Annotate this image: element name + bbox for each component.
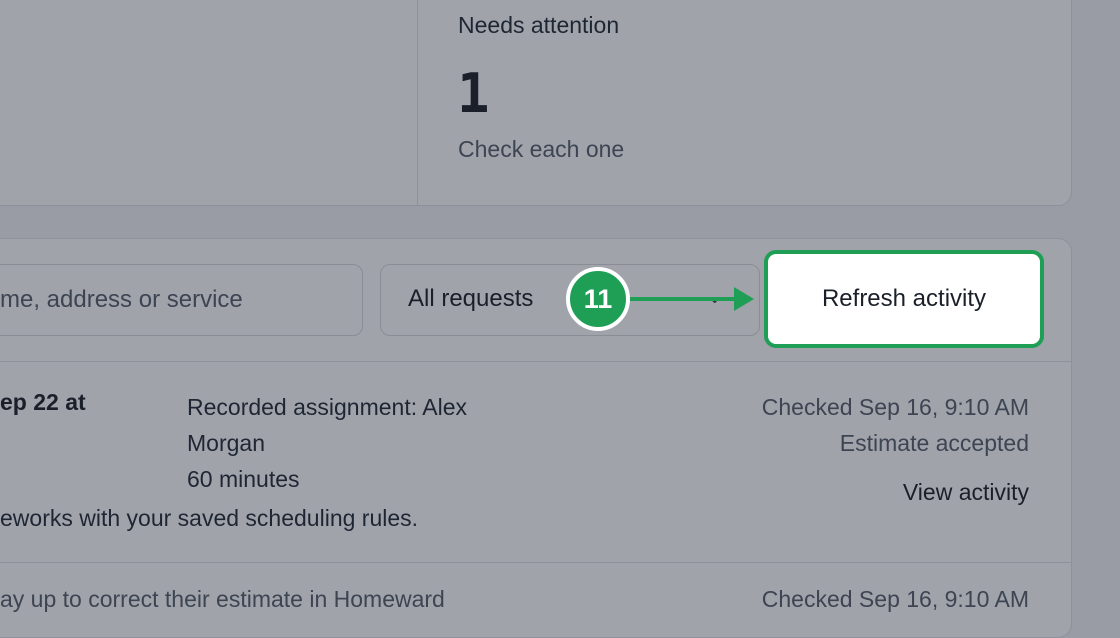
view-activity-link[interactable]: View activity bbox=[903, 479, 1029, 506]
stats-divider bbox=[417, 0, 418, 205]
annotation-arrow-icon bbox=[734, 287, 754, 311]
row-divider bbox=[0, 361, 1072, 362]
row-status: Checked Sep 16, 9:10 AM Estimate accepte… bbox=[762, 389, 1029, 461]
row-note: eworks with your saved scheduling rules. bbox=[0, 505, 419, 531]
annotation-arrow-line bbox=[630, 297, 736, 301]
assignment-line1: Recorded assignment: Alex bbox=[187, 394, 467, 420]
row-assignment: Recorded assignment: Alex Morgan 60 minu… bbox=[187, 389, 467, 497]
needs-attention-subtitle: Check each one bbox=[458, 136, 625, 162]
step-number-badge: 11 bbox=[566, 267, 630, 331]
needs-attention-title: Needs attention bbox=[458, 12, 620, 38]
row-divider bbox=[0, 562, 1072, 563]
row-date: ep 22 at bbox=[0, 389, 86, 415]
assignment-duration: 60 minutes bbox=[187, 466, 300, 492]
assignment-line2: Morgan bbox=[187, 430, 265, 456]
status-text: Estimate accepted bbox=[839, 430, 1029, 456]
filter-selected-value: All requests bbox=[408, 285, 534, 312]
refresh-activity-button[interactable]: Refresh activity bbox=[764, 250, 1044, 348]
needs-attention-value: 1 bbox=[457, 62, 490, 125]
search-placeholder: me, address or service bbox=[0, 286, 243, 313]
checked-timestamp: Checked Sep 16, 9:10 AM bbox=[761, 394, 1029, 420]
